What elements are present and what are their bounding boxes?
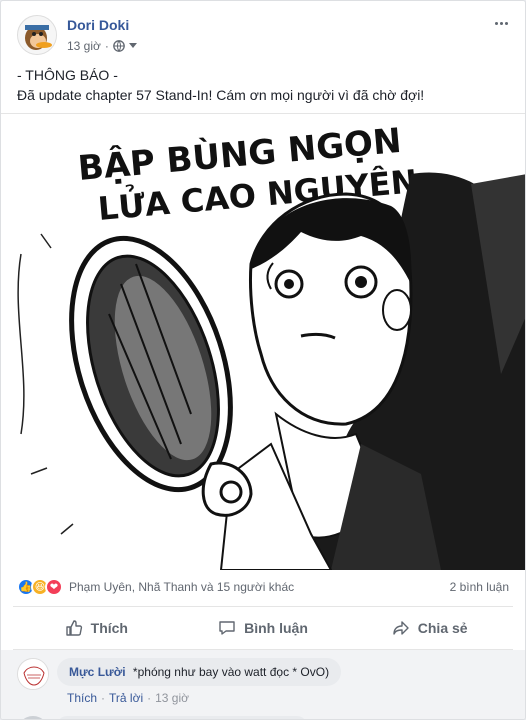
post-meta: 13 giờ · <box>67 39 137 53</box>
reaction-names[interactable]: Phạm Uyên, Nhã Thanh và 15 người khác <box>69 580 294 594</box>
share-button-label: Chia sẻ <box>417 620 468 636</box>
comment-button[interactable]: Bình luận <box>180 607 347 649</box>
comment-like-link[interactable]: Thích <box>67 691 97 705</box>
love-reaction-icon: ❤ <box>45 578 63 596</box>
like-button-label: Thích <box>90 620 128 636</box>
post-actions: Thích Bình luận Chia sẻ <box>13 606 513 650</box>
reaction-icons[interactable]: 👍 😆 ❤ <box>17 578 63 596</box>
comment-button-label: Bình luận <box>244 620 308 636</box>
globe-icon[interactable] <box>113 40 125 52</box>
comment-time[interactable]: 13 giờ <box>155 691 189 705</box>
more-options-icon[interactable] <box>491 13 511 33</box>
post-time[interactable]: 13 giờ <box>67 39 101 53</box>
author-avatar[interactable] <box>17 15 57 55</box>
post-text-line-2: Đã update chapter 57 Stand-In! Cám ơn mọ… <box>17 87 425 103</box>
like-button[interactable]: Thích <box>13 607 180 649</box>
comment-reply-link[interactable]: Trả lời <box>109 691 143 705</box>
comments-section: Mực Lười *phóng như bay vào watt đọc * O… <box>1 650 525 719</box>
chevron-down-icon[interactable] <box>128 43 137 49</box>
post-card: Dori Doki 13 giờ · - THÔNG BÁO - Đã upda… <box>0 0 526 720</box>
thumbs-up-icon <box>65 620 82 636</box>
author-name[interactable]: Dori Doki <box>67 17 129 33</box>
post-text-line-1: - THÔNG BÁO - <box>17 67 118 83</box>
comment-icon <box>219 621 235 635</box>
share-icon <box>393 621 409 635</box>
post-image[interactable]: BẬP BÙNG NGỌN LỬA CAO NGUYÊN <box>1 113 525 571</box>
comment-count[interactable]: 2 bình luận <box>450 580 509 594</box>
next-commenter-avatar[interactable] <box>17 716 49 719</box>
post-text: - THÔNG BÁO - Đã update chapter 57 Stand… <box>17 65 509 105</box>
comment-actions: Thích · Trả lời · 13 giờ <box>67 691 189 705</box>
share-button[interactable]: Chia sẻ <box>346 607 513 649</box>
comment-bubble: Mực Lười *phóng như bay vào watt đọc * O… <box>57 658 342 686</box>
commenter-avatar[interactable] <box>17 658 49 690</box>
comment-text: *phóng như bay vào watt đọc * OvO) <box>132 665 330 679</box>
next-comment-bubble <box>57 716 307 719</box>
post-header: Dori Doki 13 giờ · <box>15 13 511 57</box>
commenter-name[interactable]: Mực Lười <box>69 665 126 679</box>
reactions-bar: 👍 😆 ❤ Phạm Uyên, Nhã Thanh và 15 người k… <box>17 576 509 598</box>
